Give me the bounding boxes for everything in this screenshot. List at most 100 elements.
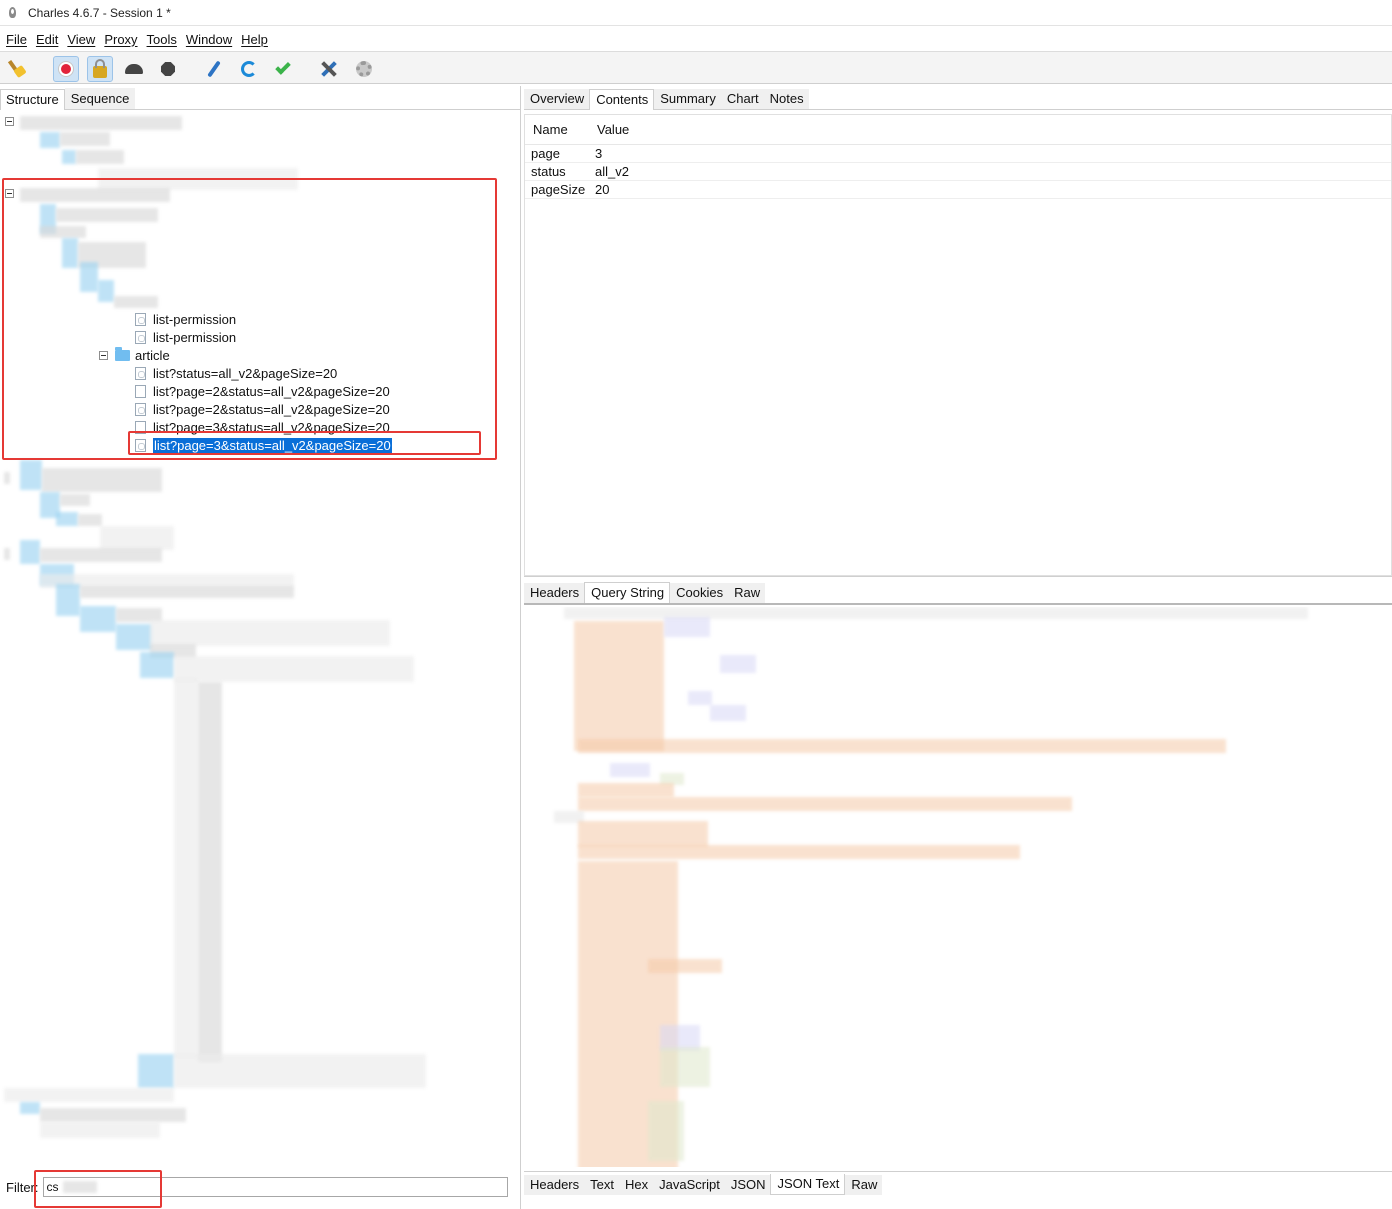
throttle-turtle-icon bbox=[125, 64, 143, 74]
redacted-node bbox=[20, 460, 42, 490]
tab-query-string[interactable]: Query String bbox=[584, 582, 671, 603]
tab-request-raw[interactable]: Raw bbox=[728, 583, 766, 603]
redacted-host bbox=[40, 1108, 186, 1122]
redacted-block bbox=[578, 821, 708, 847]
redacted-node bbox=[40, 1122, 160, 1138]
table-row[interactable]: pageSize 20 bbox=[525, 181, 1391, 199]
redacted-block bbox=[648, 1101, 684, 1161]
ssl-proxying-button[interactable] bbox=[87, 56, 113, 82]
redacted-node bbox=[76, 150, 124, 164]
redacted-node bbox=[4, 548, 10, 560]
repeat-button[interactable] bbox=[236, 56, 262, 82]
redacted-block bbox=[660, 1047, 710, 1087]
tab-chart[interactable]: Chart bbox=[720, 89, 764, 109]
redacted-node bbox=[80, 606, 116, 632]
compose-button[interactable] bbox=[201, 56, 227, 82]
tab-json[interactable]: JSON bbox=[724, 1175, 771, 1195]
tab-text[interactable]: Text bbox=[584, 1175, 619, 1195]
menu-file[interactable]: File bbox=[6, 32, 27, 47]
validate-check-icon bbox=[275, 59, 291, 75]
redacted-block bbox=[664, 617, 710, 637]
redacted-node bbox=[60, 494, 90, 506]
redacted-node bbox=[20, 540, 40, 564]
highlight-box-tree bbox=[2, 178, 497, 460]
table-row[interactable]: status all_v2 bbox=[525, 163, 1391, 181]
response-tabs: Headers Text Hex JavaScript JSON JSON Te… bbox=[524, 1171, 1392, 1195]
column-header-value[interactable]: Value bbox=[589, 122, 629, 137]
validate-button[interactable] bbox=[270, 56, 296, 82]
tab-response-raw[interactable]: Raw bbox=[845, 1175, 883, 1195]
tab-response-headers[interactable]: Headers bbox=[524, 1175, 585, 1195]
redacted-node bbox=[140, 652, 174, 678]
menu-proxy[interactable]: Proxy bbox=[104, 32, 137, 47]
redacted-host bbox=[4, 1088, 174, 1102]
tab-javascript[interactable]: JavaScript bbox=[653, 1175, 725, 1195]
redacted-block bbox=[578, 783, 674, 797]
table-header: Name Value bbox=[525, 115, 1391, 145]
redacted-host bbox=[20, 116, 182, 130]
param-name: pageSize bbox=[531, 182, 586, 197]
redacted-node bbox=[56, 512, 78, 526]
ssl-lock-icon bbox=[93, 58, 107, 78]
detail-tabs: Overview Contents Summary Chart Notes bbox=[524, 86, 1392, 110]
record-button[interactable] bbox=[53, 56, 79, 82]
breakpoints-button[interactable] bbox=[155, 56, 181, 82]
redacted-node bbox=[174, 656, 414, 682]
tab-summary[interactable]: Summary bbox=[654, 89, 721, 109]
redacted-node bbox=[62, 150, 76, 164]
collapse-toggle-icon[interactable] bbox=[5, 117, 14, 126]
redacted-node bbox=[80, 586, 294, 598]
throttle-button[interactable] bbox=[121, 56, 147, 82]
redacted-node bbox=[56, 584, 80, 616]
redacted-node bbox=[116, 624, 152, 650]
param-value: all_v2 bbox=[595, 164, 629, 179]
tab-sequence[interactable]: Sequence bbox=[64, 88, 136, 109]
redacted-node bbox=[100, 526, 174, 550]
menu-window[interactable]: Window bbox=[186, 32, 232, 47]
param-name: page bbox=[531, 146, 560, 161]
menu-view[interactable]: View bbox=[67, 32, 95, 47]
toolbar bbox=[0, 51, 1392, 84]
redacted-node bbox=[174, 1054, 426, 1088]
view-tabs: Structure Sequence bbox=[0, 86, 520, 110]
redacted-line bbox=[578, 739, 1226, 753]
column-header-name[interactable]: Name bbox=[525, 122, 589, 137]
response-body-redacted bbox=[524, 607, 1392, 1167]
right-panel: Overview Contents Summary Chart Notes Na… bbox=[524, 86, 1392, 1209]
tab-request-headers[interactable]: Headers bbox=[524, 583, 585, 603]
tab-structure[interactable]: Structure bbox=[0, 89, 65, 110]
menu-tools[interactable]: Tools bbox=[147, 32, 177, 47]
highlight-box-selected bbox=[128, 431, 481, 455]
redacted-node bbox=[60, 132, 110, 146]
tab-overview[interactable]: Overview bbox=[524, 89, 590, 109]
tab-notes[interactable]: Notes bbox=[763, 89, 809, 109]
request-tabs: Headers Query String Cookies Raw bbox=[524, 577, 1392, 605]
settings-gear-icon bbox=[356, 61, 372, 77]
redacted-node bbox=[150, 620, 390, 646]
compose-pen-icon bbox=[207, 60, 221, 78]
redacted-node bbox=[4, 472, 10, 484]
redacted-node bbox=[20, 1102, 40, 1114]
menu-help[interactable]: Help bbox=[241, 32, 268, 47]
menu-bar: File Edit View Proxy Tools Window Help bbox=[0, 28, 1392, 50]
tools-icon bbox=[320, 60, 338, 78]
redacted-host bbox=[42, 468, 162, 492]
tab-cookies[interactable]: Cookies bbox=[670, 583, 729, 603]
tools-button[interactable] bbox=[316, 56, 342, 82]
redacted-line bbox=[578, 797, 1072, 811]
tab-json-text[interactable]: JSON Text bbox=[770, 1174, 846, 1195]
param-name: status bbox=[531, 164, 566, 179]
clear-session-button[interactable] bbox=[5, 56, 31, 82]
redacted-node bbox=[198, 682, 222, 1062]
redacted-node bbox=[40, 132, 60, 148]
tab-contents[interactable]: Contents bbox=[589, 89, 655, 110]
menu-edit[interactable]: Edit bbox=[36, 32, 58, 47]
redacted-block bbox=[688, 691, 712, 705]
charles-app-icon bbox=[6, 6, 20, 20]
tab-hex[interactable]: Hex bbox=[618, 1175, 654, 1195]
query-params-table: Name Value page 3 status all_v2 pageSize… bbox=[524, 114, 1392, 576]
param-value: 3 bbox=[595, 146, 603, 161]
settings-button[interactable] bbox=[351, 56, 377, 82]
table-row[interactable]: page 3 bbox=[525, 145, 1391, 163]
redacted-node bbox=[78, 514, 102, 526]
